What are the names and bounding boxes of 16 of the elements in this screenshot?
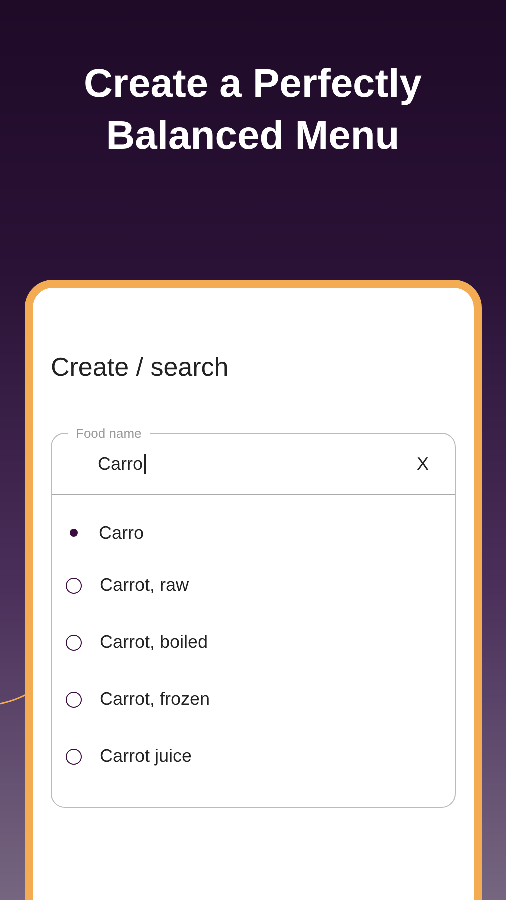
suggestion-item[interactable]: Carrot juice (100, 746, 192, 767)
card-title: Create / search (51, 352, 230, 383)
radio-icon (66, 692, 82, 708)
clear-button[interactable]: X (412, 452, 433, 476)
suggestion-item[interactable]: Carrot, frozen (100, 689, 210, 710)
suggestion-item[interactable]: Carrot, raw (100, 575, 190, 596)
suggestion-item[interactable]: Carrot, boiled (100, 632, 208, 653)
headline: Create a Perfectly Balanced Menu (83, 61, 423, 160)
bullet-icon (70, 529, 78, 537)
suggestion-item[interactable]: Carro (99, 522, 144, 544)
radio-icon (66, 578, 82, 594)
radio-icon (66, 634, 82, 650)
input-value: Carro (98, 454, 144, 474)
field-label: Food name (68, 426, 150, 441)
radio-icon (66, 748, 82, 764)
text-cursor (144, 454, 146, 474)
